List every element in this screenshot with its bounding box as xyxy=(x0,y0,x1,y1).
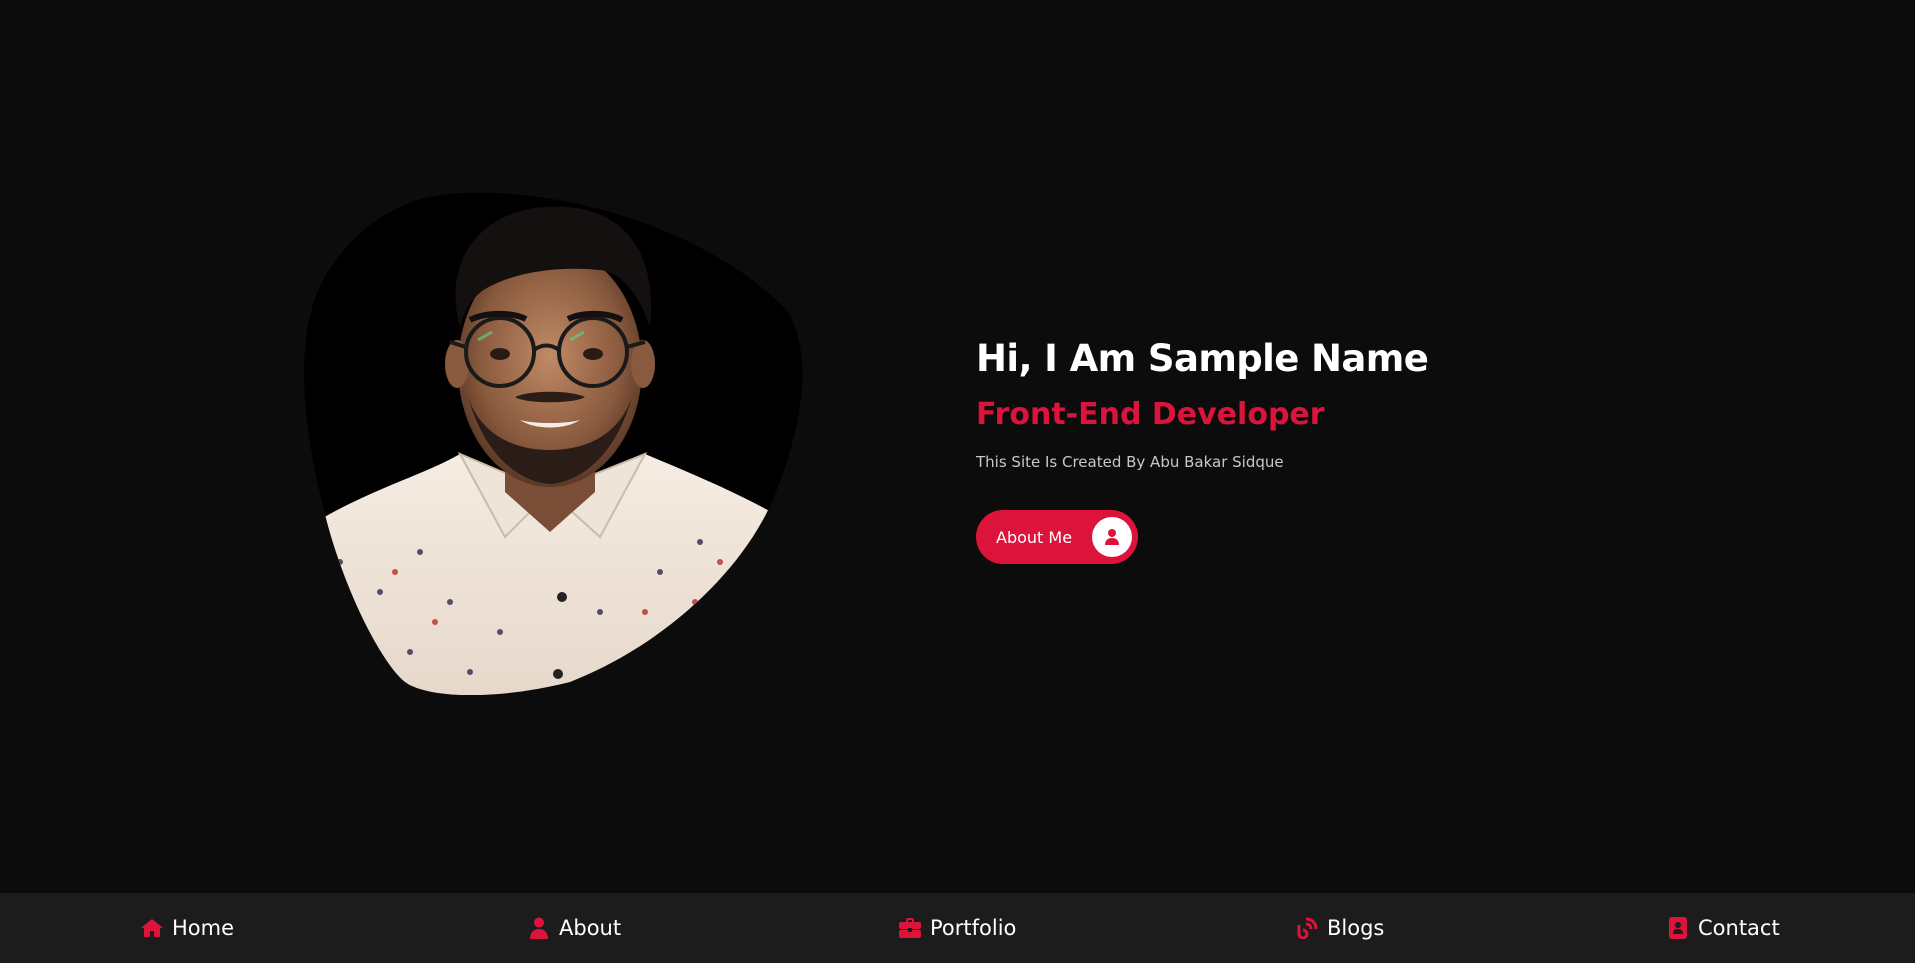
nav-label-portfolio: Portfolio xyxy=(930,916,1017,940)
user-icon xyxy=(527,916,551,940)
about-me-button[interactable]: About Me xyxy=(976,510,1138,564)
nav-item-home[interactable]: Home xyxy=(140,893,234,963)
nav-label-blogs: Blogs xyxy=(1327,916,1385,940)
nav-label-contact: Contact xyxy=(1698,916,1780,940)
nav-item-contact[interactable]: Contact xyxy=(1666,893,1780,963)
hero-role: Front-End Developer xyxy=(976,397,1325,432)
nav-item-portfolio[interactable]: Portfolio xyxy=(898,893,1016,963)
briefcase-icon xyxy=(898,916,922,940)
about-me-button-label: About Me xyxy=(996,527,1073,547)
home-icon xyxy=(140,916,164,940)
hero-text-block: Hi, I Am Sample Name Front-End Developer… xyxy=(976,334,1676,564)
nav-item-about[interactable]: About xyxy=(527,893,621,963)
nav-item-blogs[interactable]: Blogs xyxy=(1295,893,1384,963)
nav-label-about: About xyxy=(559,916,622,940)
bottom-navbar: Home About Portfolio Blogs Contact xyxy=(0,893,1915,963)
profile-photo xyxy=(300,192,804,695)
contact-book-icon xyxy=(1666,916,1690,940)
hero-section: Hi, I Am Sample Name Front-End Developer… xyxy=(0,0,1915,893)
hero-credit: This Site Is Created By Abu Bakar Sidque xyxy=(976,453,1284,471)
blog-icon xyxy=(1295,916,1319,940)
user-icon xyxy=(1092,517,1132,557)
page: Hi, I Am Sample Name Front-End Developer… xyxy=(0,0,1915,963)
nav-label-home: Home xyxy=(172,916,235,940)
hero-title: Hi, I Am Sample Name xyxy=(976,337,1429,380)
